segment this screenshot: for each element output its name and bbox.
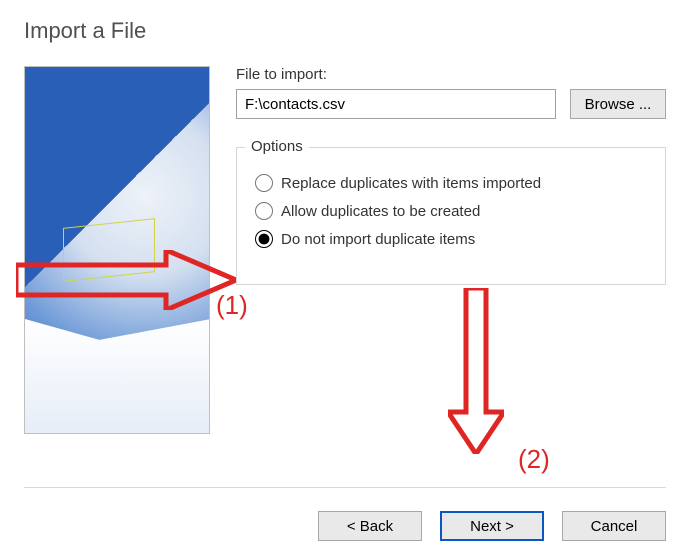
button-bar: < Back Next > Cancel <box>318 511 666 541</box>
radio-allow[interactable] <box>255 202 273 220</box>
file-path-input[interactable] <box>236 89 556 119</box>
option-no-import-duplicates[interactable]: Do not import duplicate items <box>255 230 647 248</box>
file-row: Browse ... <box>236 89 666 119</box>
back-button[interactable]: < Back <box>318 511 422 541</box>
cancel-button[interactable]: Cancel <box>562 511 666 541</box>
option-no-import-label: Do not import duplicate items <box>281 231 475 248</box>
option-allow-label: Allow duplicates to be created <box>281 203 480 220</box>
next-button[interactable]: Next > <box>440 511 544 541</box>
right-pane: File to import: Browse ... Options Repla… <box>210 66 666 434</box>
dialog-content: File to import: Browse ... Options Repla… <box>0 44 690 434</box>
wizard-illustration <box>24 66 210 434</box>
radio-no-import[interactable] <box>255 230 273 248</box>
option-replace-label: Replace duplicates with items imported <box>281 175 541 192</box>
radio-replace[interactable] <box>255 174 273 192</box>
dialog-title: Import a File <box>0 0 690 44</box>
browse-button[interactable]: Browse ... <box>570 89 666 119</box>
option-replace-duplicates[interactable]: Replace duplicates with items imported <box>255 174 647 192</box>
file-import-label: File to import: <box>236 66 666 83</box>
annotation-label-2: (2) <box>518 444 550 475</box>
option-allow-duplicates[interactable]: Allow duplicates to be created <box>255 202 647 220</box>
options-legend: Options <box>245 138 309 155</box>
options-group: Options Replace duplicates with items im… <box>236 147 666 285</box>
